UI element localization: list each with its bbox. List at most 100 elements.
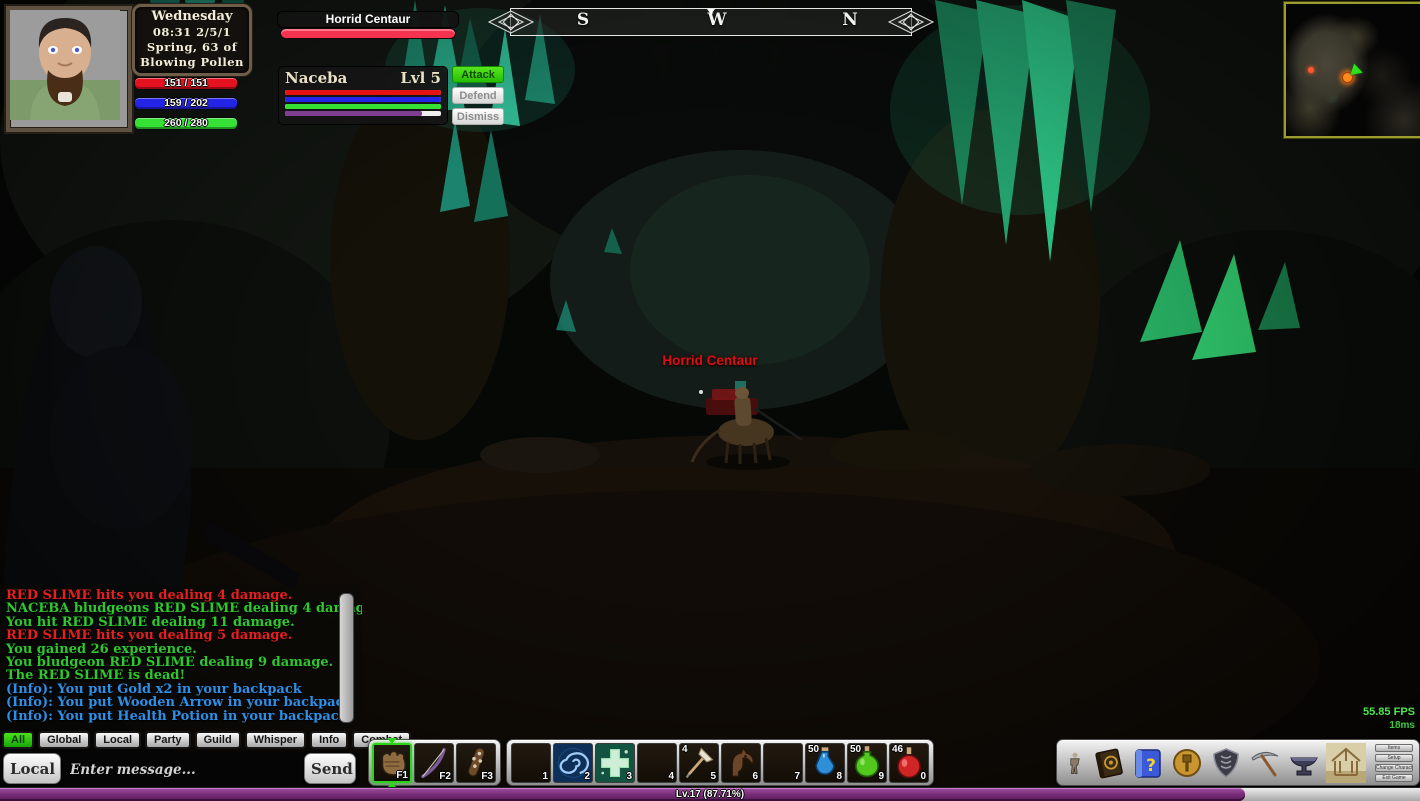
chat-message: (Info): You put Wooden Arrow in your bac… — [6, 696, 356, 709]
slot-keybind: 6 — [752, 771, 758, 782]
compass-letter-n: N — [842, 10, 858, 30]
hotbar-slot-1[interactable]: 1 — [511, 743, 551, 783]
chat-message: You bludgeon RED SLIME dealing 9 damage. — [6, 656, 356, 669]
chat-message: You gained 26 experience. — [6, 643, 356, 656]
compass-heading-marker — [707, 9, 715, 14]
pet-command-buttons: Attack Defend Dismiss — [452, 66, 504, 125]
chat-tab-info[interactable]: Info — [310, 731, 348, 749]
chat-message: RED SLIME hits you dealing 5 damage. — [6, 629, 356, 642]
player-stamina-bar: 260 / 280 — [134, 117, 238, 130]
slot-keybind: 5 — [710, 771, 716, 782]
chat-tab-bar: AllGlobalLocalPartyGuildWhisperInfoComba… — [2, 731, 411, 749]
ability-slot-F3[interactable]: F3 — [456, 743, 496, 783]
chat-channel-button[interactable]: Local — [3, 753, 61, 784]
hotbar-slot-0[interactable]: 460 — [889, 743, 929, 783]
calendar-weekday: Wednesday — [135, 9, 249, 25]
pet-loyalty-bar — [285, 111, 441, 116]
anvil-icon[interactable] — [1287, 744, 1321, 782]
pet-loyalty-fill — [285, 111, 422, 116]
chat-send-button[interactable]: Send — [304, 753, 356, 784]
chat-tab-global[interactable]: Global — [38, 731, 90, 749]
hotbar-slot-3[interactable]: 3 — [595, 743, 635, 783]
chat-tab-local[interactable]: Local — [94, 731, 141, 749]
pet-attack-button[interactable]: Attack — [452, 66, 504, 83]
calendar-season: Spring, 63 of — [135, 40, 249, 55]
main-menu-bar: ? Items Setup Change Character Exit Game — [1056, 739, 1420, 786]
slot-keybind: F2 — [439, 771, 451, 782]
armor-icon[interactable] — [1209, 744, 1243, 782]
pet-status-bars — [285, 90, 441, 116]
menu-items-button[interactable]: Items — [1375, 744, 1413, 752]
pet-mana-fill — [285, 97, 441, 102]
pet-mana-bar — [285, 97, 441, 102]
hotbar-slot-4[interactable]: 4 — [637, 743, 677, 783]
player-stamina-value: 260 / 280 — [135, 118, 237, 129]
chat-message-input[interactable] — [68, 753, 298, 786]
slot-keybind: 9 — [878, 771, 884, 782]
minimap[interactable] — [1284, 2, 1420, 138]
help-book-icon[interactable]: ? — [1131, 744, 1165, 782]
chat-log[interactable]: RED SLIME hits you dealing 4 damage.NACE… — [0, 585, 362, 729]
slot-keybind: 2 — [584, 771, 590, 782]
player-health-bar: 151 / 151 — [134, 77, 238, 90]
menu-exit-game-button[interactable]: Exit Game — [1375, 774, 1413, 782]
fps-counter: 55.85 FPS 18ms — [1363, 706, 1415, 732]
target-health-bar — [281, 29, 455, 38]
slot-keybind: 3 — [626, 771, 632, 782]
calendar-time-date: 08:31 2/5/1 — [135, 25, 249, 40]
menu-change-character-button[interactable]: Change Character — [1375, 764, 1413, 772]
player-mana-value: 159 / 202 — [135, 98, 237, 109]
chat-tab-all[interactable]: All — [2, 731, 34, 749]
pet-dismiss-button[interactable]: Dismiss — [452, 108, 504, 125]
player-health-value: 151 / 151 — [135, 78, 237, 89]
slot-keybind: 7 — [794, 771, 800, 782]
hotbar-slot-6[interactable]: 6 — [721, 743, 761, 783]
housing-icon[interactable] — [1326, 743, 1366, 783]
pet-level: Lvl 5 — [400, 68, 441, 88]
ability-slot-F2[interactable]: F2 — [414, 743, 454, 783]
character-icon[interactable] — [1063, 744, 1087, 782]
player-portrait[interactable] — [6, 6, 132, 132]
chat-tab-guild[interactable]: Guild — [195, 731, 241, 749]
slot-count: 50 — [850, 744, 861, 755]
experience-label: Lv.17 (87.71%) — [0, 788, 1420, 801]
pet-stamina-bar — [285, 104, 441, 109]
chat-message: (Info): You put Gold x2 in your backpack — [6, 683, 356, 696]
slot-keybind: 4 — [668, 771, 674, 782]
pickaxe-icon[interactable] — [1248, 744, 1282, 782]
menu-setup-button[interactable]: Setup — [1375, 754, 1413, 762]
ability-slot-F1[interactable]: F1 — [372, 743, 412, 783]
chat-tab-whisper[interactable]: Whisper — [245, 731, 306, 749]
compass-bar: SWN — [510, 8, 912, 36]
pet-name: Naceba — [285, 68, 347, 88]
system-menu-stack: Items Setup Change Character Exit Game — [1375, 744, 1413, 782]
pet-health-bar — [285, 90, 441, 95]
compass-left-ornament — [487, 9, 535, 35]
player-mana-bar: 159 / 202 — [134, 97, 238, 110]
slot-keybind: 8 — [836, 771, 842, 782]
hotbar-slot-5[interactable]: 45 — [679, 743, 719, 783]
chat-input-row: Local Send — [0, 751, 360, 786]
pet-defend-button[interactable]: Defend — [452, 87, 504, 104]
hotbar-slot-7[interactable]: 7 — [763, 743, 803, 783]
chat-tab-party[interactable]: Party — [145, 731, 191, 749]
hotbar-slot-8[interactable]: 508 — [805, 743, 845, 783]
pet-stamina-fill — [285, 104, 441, 109]
slot-keybind: 1 — [542, 771, 548, 782]
compass-letter-s: S — [577, 10, 589, 30]
calendar-month: Blowing Pollen — [135, 55, 249, 70]
chat-scrollbar[interactable] — [339, 593, 354, 723]
target-nameplate[interactable]: Horrid Centaur — [662, 353, 757, 368]
gold-emblem-icon[interactable] — [1170, 744, 1204, 782]
journal-icon[interactable] — [1092, 744, 1126, 782]
chat-message: NACEBA bludgeons RED SLIME dealing 4 dam… — [6, 602, 356, 615]
hotbar-slot-9[interactable]: 50 9 — [847, 743, 887, 783]
hotbar-slot-2[interactable]: 2 — [553, 743, 593, 783]
calendar-panel: Wednesday 08:31 2/5/1 Spring, 63 of Blow… — [132, 4, 252, 76]
minimap-poi-marker — [1308, 67, 1314, 73]
ability-hotbar: F1 F2 F3 — [368, 739, 501, 786]
pet-frame[interactable]: Naceba Lvl 5 — [279, 67, 447, 124]
target-frame[interactable]: Horrid Centaur — [278, 12, 458, 38]
fps-value: 55.85 FPS — [1363, 706, 1415, 719]
pet-health-fill — [285, 90, 441, 95]
